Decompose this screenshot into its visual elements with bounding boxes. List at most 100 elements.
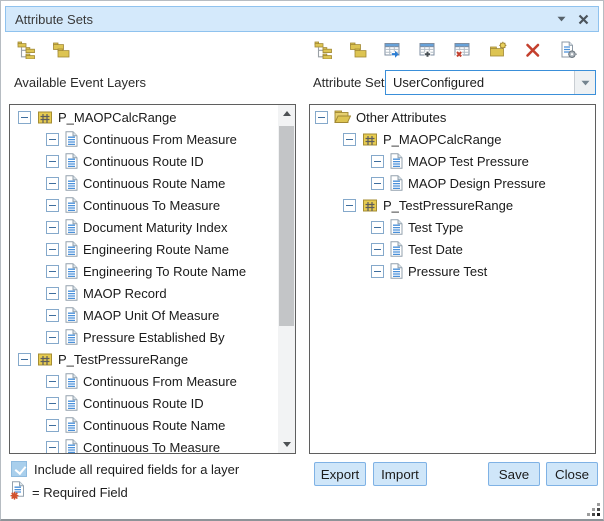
- document-gear-icon[interactable]: [559, 41, 577, 59]
- tree-node[interactable]: Continuous Route ID: [10, 150, 295, 172]
- tree-node-label: MAOP Record: [83, 286, 167, 301]
- tree-node[interactable]: MAOP Design Pressure: [310, 172, 595, 194]
- delete-x-icon[interactable]: [524, 41, 542, 59]
- collapse-toggle[interactable]: [371, 243, 384, 256]
- collapse-toggle[interactable]: [343, 133, 356, 146]
- tree-node[interactable]: Pressure Established By: [10, 326, 295, 348]
- table-plus-icon[interactable]: [419, 41, 437, 59]
- titlebar: Attribute Sets: [5, 6, 599, 32]
- collapse-toggle[interactable]: [46, 375, 59, 388]
- collapse-toggle[interactable]: [46, 221, 59, 234]
- collapse-toggle[interactable]: [46, 265, 59, 278]
- collapse-toggle[interactable]: [46, 287, 59, 300]
- tree-node[interactable]: Continuous From Measure: [10, 370, 295, 392]
- tree-node[interactable]: Pressure Test: [310, 260, 595, 282]
- tree-node[interactable]: Other Attributes: [310, 106, 595, 128]
- collapse-toggle[interactable]: [46, 419, 59, 432]
- scroll-up-icon[interactable]: [278, 105, 295, 122]
- collapse-toggle[interactable]: [46, 243, 59, 256]
- folders-collapse-icon[interactable]: [52, 41, 70, 59]
- tree-node[interactable]: Continuous Route Name: [10, 172, 295, 194]
- field-icon: [390, 219, 403, 235]
- tree-node[interactable]: Continuous Route ID: [10, 392, 295, 414]
- tree-node[interactable]: P_TestPressureRange: [310, 194, 595, 216]
- tree-node[interactable]: Test Type: [310, 216, 595, 238]
- import-button[interactable]: Import: [373, 462, 427, 486]
- event-layer-icon: [37, 110, 53, 125]
- scrollbar-thumb[interactable]: [279, 126, 294, 326]
- field-icon: [65, 285, 78, 301]
- attribute-set-label: Attribute Set:: [313, 75, 388, 90]
- window-close-icon[interactable]: [578, 14, 589, 25]
- field-icon: [65, 263, 78, 279]
- tree-node[interactable]: MAOP Record: [10, 282, 295, 304]
- tree-node-label: Continuous To Measure: [83, 440, 220, 455]
- tree-node[interactable]: P_MAOPCalcRange: [10, 106, 295, 128]
- collapse-toggle[interactable]: [46, 397, 59, 410]
- save-button[interactable]: Save: [488, 462, 540, 486]
- tree-node-label: Other Attributes: [356, 110, 446, 125]
- tree-node[interactable]: Engineering To Route Name: [10, 260, 295, 282]
- field-icon: [65, 219, 78, 235]
- collapse-toggle[interactable]: [46, 331, 59, 344]
- tree-node[interactable]: Engineering Route Name: [10, 238, 295, 260]
- tree-node[interactable]: Test Date: [310, 238, 595, 260]
- field-icon: [65, 131, 78, 147]
- table-delete-icon[interactable]: [454, 41, 472, 59]
- required-field-icon: [10, 481, 26, 500]
- tree-node[interactable]: MAOP Test Pressure: [310, 150, 595, 172]
- collapse-toggle[interactable]: [315, 111, 328, 124]
- tree-node[interactable]: P_TestPressureRange: [10, 348, 295, 370]
- window-title: Attribute Sets: [15, 12, 93, 27]
- collapse-toggle[interactable]: [371, 221, 384, 234]
- collapse-toggle[interactable]: [343, 199, 356, 212]
- window-menu-caret-icon[interactable]: [557, 16, 566, 22]
- tree-node-label: MAOP Design Pressure: [408, 176, 546, 191]
- collapse-toggle[interactable]: [46, 155, 59, 168]
- collapse-toggle[interactable]: [371, 265, 384, 278]
- collapse-toggle[interactable]: [46, 441, 59, 454]
- tree-node[interactable]: MAOP Unit Of Measure: [10, 304, 295, 326]
- tree-node[interactable]: Document Maturity Index: [10, 216, 295, 238]
- attribute-set-value: UserConfigured: [393, 75, 484, 90]
- resize-grip[interactable]: [586, 502, 601, 517]
- required-field-legend: = Required Field: [32, 485, 128, 500]
- tree-node-label: Engineering Route Name: [83, 242, 229, 257]
- collapse-toggle[interactable]: [46, 177, 59, 190]
- left-toolbar: [17, 41, 70, 59]
- tree-node[interactable]: P_MAOPCalcRange: [310, 128, 595, 150]
- dropdown-arrow-icon[interactable]: [574, 71, 595, 94]
- collapse-toggle[interactable]: [46, 199, 59, 212]
- collapse-toggle[interactable]: [371, 177, 384, 190]
- tree-node-label: Continuous To Measure: [83, 198, 220, 213]
- tree-node-label: Continuous Route ID: [83, 154, 204, 169]
- tree-node[interactable]: Continuous From Measure: [10, 128, 295, 150]
- attribute-set-dropdown[interactable]: UserConfigured: [385, 70, 596, 95]
- hierarchy-expand-icon[interactable]: [314, 41, 332, 59]
- tree-node[interactable]: Continuous Route Name: [10, 414, 295, 436]
- left-panel-scrollbar[interactable]: [278, 105, 295, 453]
- table-arrow-icon[interactable]: [384, 41, 402, 59]
- tree-node[interactable]: Continuous To Measure: [10, 436, 295, 454]
- collapse-toggle[interactable]: [46, 133, 59, 146]
- right-toolbar: [314, 41, 577, 59]
- include-required-fields-checkbox[interactable]: [11, 461, 27, 477]
- close-button[interactable]: Close: [546, 462, 598, 486]
- hierarchy-expand-icon[interactable]: [17, 41, 35, 59]
- available-event-layers-heading: Available Event Layers: [14, 75, 146, 90]
- scroll-down-icon[interactable]: [278, 436, 295, 453]
- attribute-sets-dialog: Attribute Sets Available Event Layers At…: [0, 0, 604, 521]
- field-icon: [65, 197, 78, 213]
- tree-node[interactable]: Continuous To Measure: [10, 194, 295, 216]
- collapse-toggle[interactable]: [18, 353, 31, 366]
- folder-new-icon[interactable]: [489, 41, 507, 59]
- collapse-toggle[interactable]: [371, 155, 384, 168]
- field-icon: [390, 153, 403, 169]
- field-icon: [390, 263, 403, 279]
- collapse-toggle[interactable]: [18, 111, 31, 124]
- event-layer-icon: [362, 198, 378, 213]
- tree-node-label: Continuous Route Name: [83, 418, 225, 433]
- folders-collapse-icon[interactable]: [349, 41, 367, 59]
- export-button[interactable]: Export: [314, 462, 366, 486]
- collapse-toggle[interactable]: [46, 309, 59, 322]
